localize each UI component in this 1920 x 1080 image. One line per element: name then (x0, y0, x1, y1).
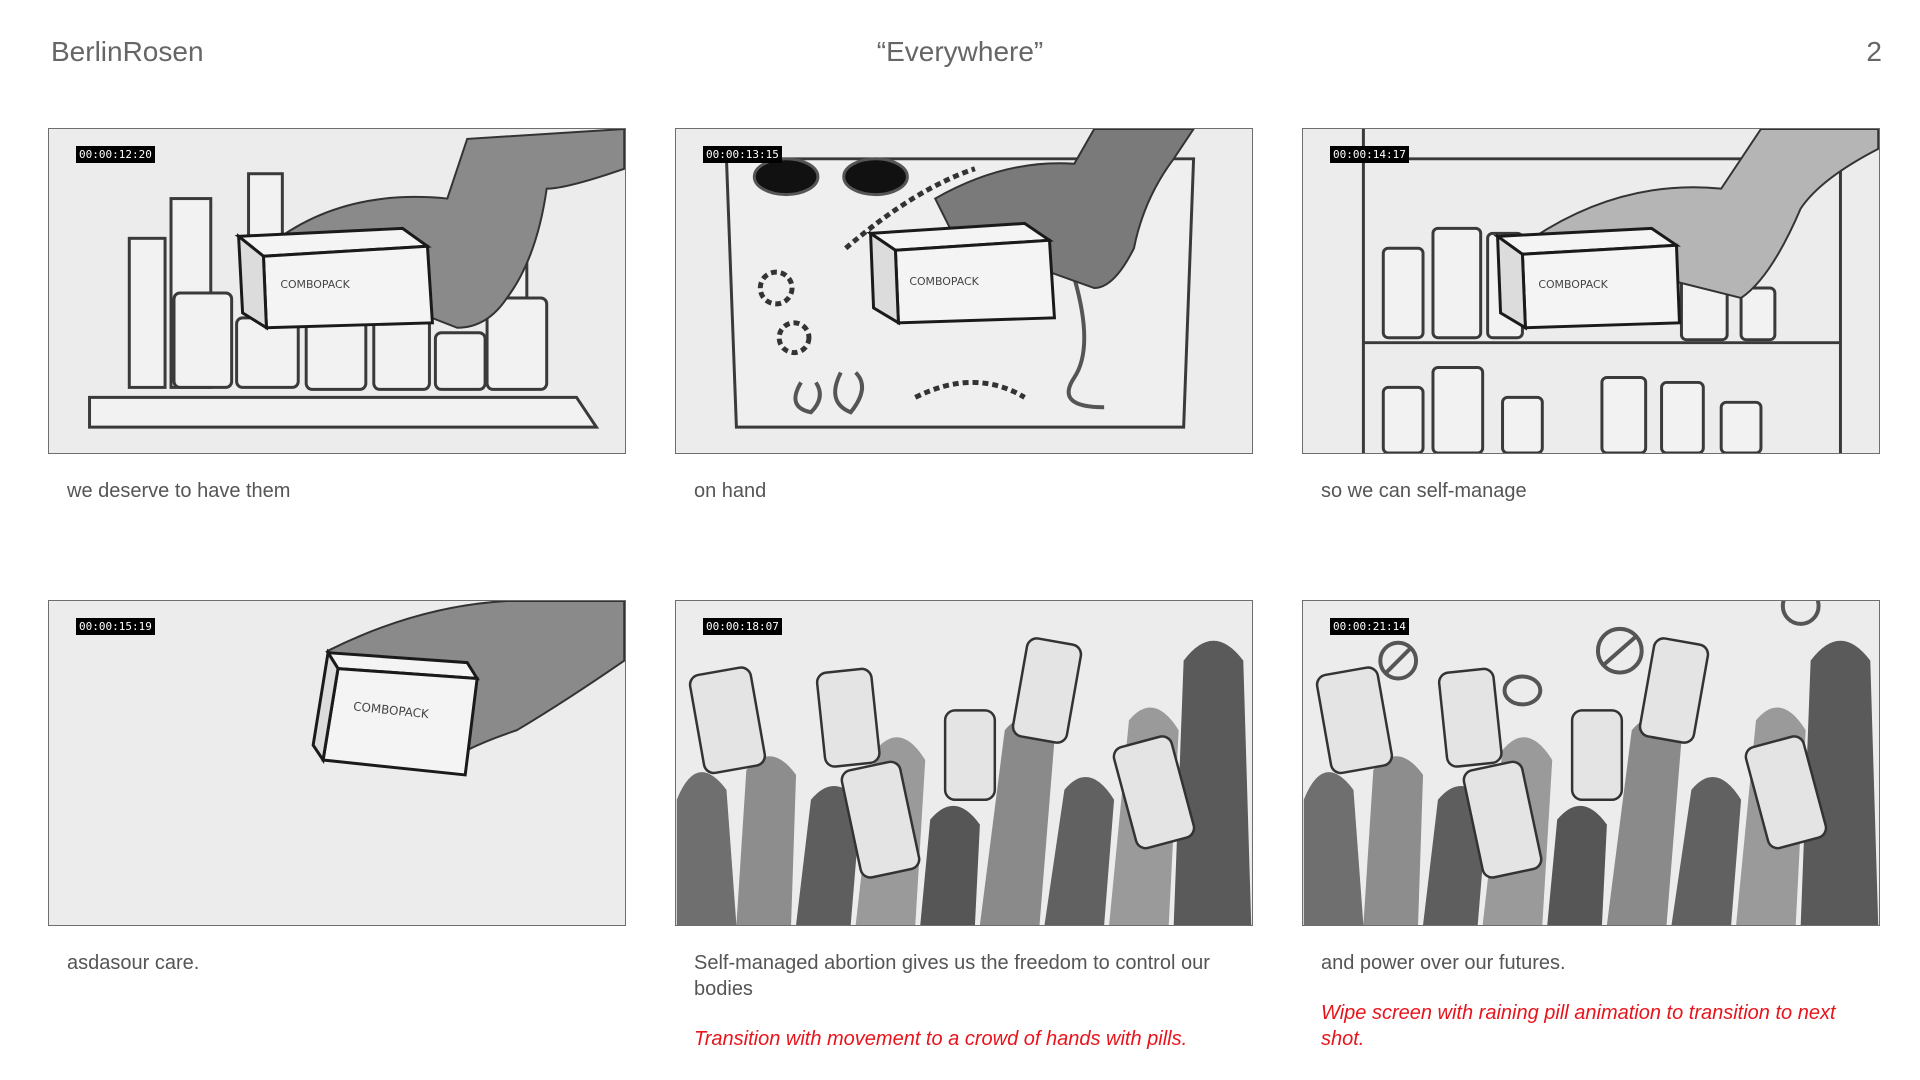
storyboard-frame-5: 00:00:18:07 (675, 600, 1253, 926)
sketch-raining-pills-crowd (1303, 601, 1879, 925)
timecode: 00:00:12:20 (76, 146, 155, 163)
storyboard-frame-1: 00:00:12:20 COMBOPACK (48, 128, 626, 454)
storyboard-frame-2: 00:00:13:15 COMBOPACK (675, 128, 1253, 454)
panel-caption-6: and power over our futures. (1321, 952, 1566, 974)
box-label: COMBOPACK (1538, 278, 1608, 291)
box-label: COMBOPACK (280, 278, 350, 291)
timecode: 00:00:18:07 (703, 618, 782, 635)
storyboard-title: “Everywhere” (876, 36, 1044, 67)
box-label: COMBOPACK (909, 275, 979, 288)
timecode: 00:00:14:17 (1330, 146, 1409, 163)
panel-caption-2: on hand (694, 480, 767, 502)
panel-note-5: Transition with movement to a crowd of h… (694, 1028, 1188, 1050)
panel-caption-1: we deserve to have them (67, 480, 291, 502)
panel-caption-5: Self-managed abortion gives us the freed… (694, 952, 1210, 1000)
panel-caption-3: so we can self-manage (1321, 480, 1527, 502)
timecode: 00:00:13:15 (703, 146, 782, 163)
panel-caption-4: asdasour care. (67, 952, 200, 974)
sketch-medicine-shelf: COMBOPACK (88, 129, 625, 429)
sketch-hand-with-box: COMBOPACK (311, 601, 625, 777)
storyboard-frame-4: 00:00:15:19 COMBOPACK (48, 600, 626, 926)
sketch-crowd-hands-pills (676, 637, 1252, 925)
timecode: 00:00:21:14 (1330, 618, 1409, 635)
storyboard-frame-3: 00:00:14:17 COMBOPACK (1302, 128, 1880, 454)
timecode: 00:00:15:19 (76, 618, 155, 635)
sketch-medicine-cabinet: COMBOPACK (1361, 129, 1879, 453)
page-number: 2 (1866, 36, 1882, 67)
sketch-jewelry-drawer: COMBOPACK (724, 129, 1196, 429)
panel-note-6: Wipe screen with raining pill animation … (1321, 1002, 1836, 1050)
storyboard-frame-6: 00:00:21:14 (1302, 600, 1880, 926)
